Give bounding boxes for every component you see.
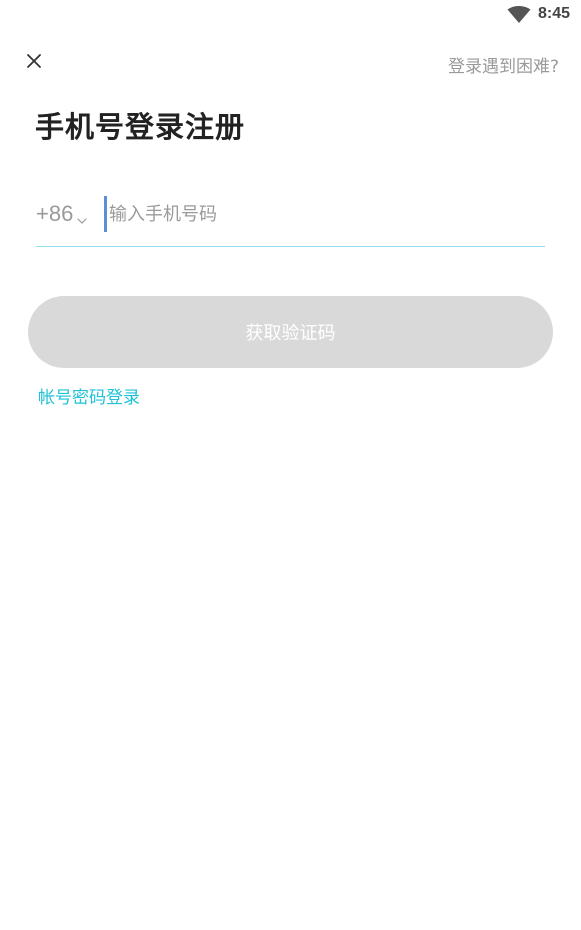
country-code-label: +86: [36, 201, 74, 226]
chevron-down-icon: [77, 210, 87, 224]
status-time: 8:45: [538, 5, 571, 22]
phone-number-input[interactable]: [104, 196, 529, 232]
phone-input-row: +86: [36, 190, 545, 247]
country-code-selector[interactable]: +86: [36, 198, 87, 230]
login-help-link[interactable]: 登录遇到困难?: [448, 52, 559, 77]
close-button[interactable]: [20, 49, 48, 77]
status-bar: 8:45: [0, 0, 581, 32]
get-verification-code-button[interactable]: 获取验证码: [28, 296, 553, 368]
password-login-link[interactable]: 帐号密码登录: [38, 383, 140, 408]
wifi-icon: [507, 5, 531, 24]
close-icon: [26, 53, 42, 73]
page-title: 手机号登录注册: [35, 110, 246, 144]
